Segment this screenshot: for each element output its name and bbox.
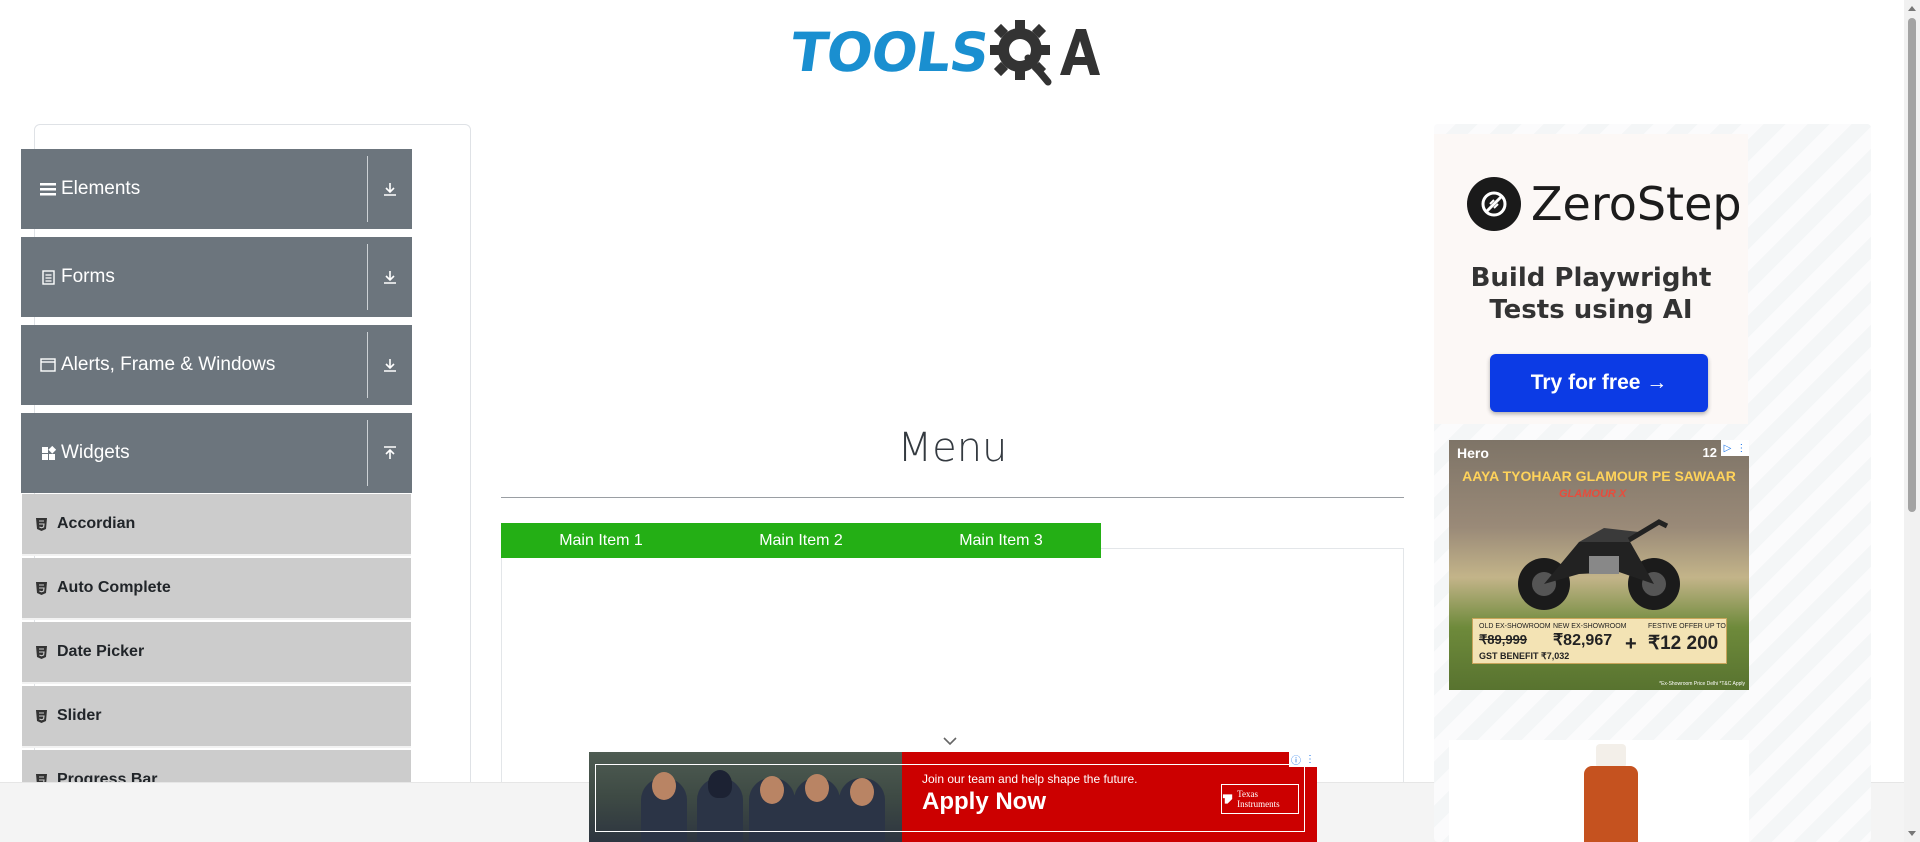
ti-brand: Texas Instruments <box>1237 789 1280 809</box>
nav-menu: Main Item 1 Main Item 2 Main Item 3 <box>501 523 1101 558</box>
download-icon[interactable] <box>368 270 412 284</box>
bottle-cap <box>1596 744 1626 768</box>
sidebar-item-label: Accordian <box>57 515 136 532</box>
motorcycle-image <box>1518 519 1680 610</box>
gst-benefit: GST BENEFIT ₹7,032 <box>1479 651 1570 661</box>
group-label: Forms <box>61 266 115 287</box>
upload-icon[interactable] <box>368 446 412 460</box>
ad-choices-icon[interactable]: ⓘ ⋮ <box>1289 752 1317 767</box>
festive-price: ₹12 200 <box>1648 633 1719 654</box>
ad-choices-icon[interactable]: ▷ ⋮ <box>1721 440 1749 456</box>
group-elements[interactable]: Elements <box>21 149 412 229</box>
new-price-label: NEW EX-SHOWROOM <box>1553 623 1627 630</box>
zerostep-ad[interactable]: ZeroStep Build Playwright Tests using AI… <box>1434 134 1748 424</box>
tagline-line1: Build Playwright <box>1470 263 1712 293</box>
toolsqa-logo[interactable]: TOOLS QA <box>787 14 1117 90</box>
try-for-free-button[interactable]: Try for free → <box>1490 354 1708 412</box>
sidebar-item-date-picker[interactable]: Date Picker <box>22 622 411 684</box>
scroll-down-arrow-icon[interactable] <box>1904 826 1920 842</box>
group-label: Widgets <box>61 442 130 463</box>
sidebar-item-label: Auto Complete <box>57 579 171 596</box>
logo-text-tools: TOOLS <box>786 20 993 84</box>
scrollbar-thumb[interactable] <box>1908 18 1916 512</box>
menu-item-main-2[interactable]: Main Item 2 <box>701 523 901 558</box>
scroll-up-arrow-icon[interactable] <box>1904 0 1920 16</box>
zerostep-tagline: Build Playwright Tests using AI <box>1434 262 1748 326</box>
sidebar-item-slider[interactable]: Slider <box>22 686 411 748</box>
old-price-label: OLD EX-SHOWROOM <box>1479 623 1551 630</box>
price-box: OLD EX-SHOWROOM ₹89,999 NEW EX-SHOWROOM … <box>1472 618 1727 664</box>
texas-instruments-ad[interactable]: Join our team and help shape the future.… <box>589 752 1317 842</box>
group-label: Elements <box>61 178 141 199</box>
hamburger-icon <box>37 182 59 196</box>
document-icon <box>37 269 59 285</box>
page: TOOLS QA Elements <box>0 0 1920 842</box>
new-price: ₹82,967 <box>1553 632 1613 649</box>
festive-label: FESTIVE OFFER UP TO <box>1648 623 1726 630</box>
group-alerts-frame-windows[interactable]: Alerts, Frame & Windows <box>21 325 412 405</box>
chevron-down-icon[interactable] <box>943 736 957 746</box>
html5-icon <box>36 517 48 531</box>
zerostep-icon <box>1467 177 1521 231</box>
tagline-line2: Tests using AI <box>1489 295 1693 325</box>
gear-icon <box>989 20 1052 86</box>
html5-icon <box>36 709 48 723</box>
hero-motorcycle-ad[interactable]: Hero 12 ▷ ⋮ AAYA TYOHAAR GLAMOUR PE SAWAA… <box>1449 440 1749 690</box>
widgets-icon <box>37 445 59 461</box>
download-icon[interactable] <box>368 182 412 196</box>
group-widgets[interactable]: Widgets <box>21 413 412 493</box>
menu-item-main-1[interactable]: Main Item 1 <box>501 523 701 558</box>
logo-letter-a <box>1059 29 1100 75</box>
hero-model: GLAMOUR X <box>1559 488 1627 500</box>
sidebar-item-label: Date Picker <box>57 643 145 660</box>
ad-subtitle: Join our team and help shape the future. <box>922 772 1138 786</box>
group-forms[interactable]: Forms <box>21 237 412 317</box>
zerostep-brand: ZeroStep <box>1531 177 1742 231</box>
old-price: ₹89,999 <box>1479 632 1528 647</box>
page-scrollbar[interactable] <box>1904 0 1920 842</box>
hero-year: 12 <box>1702 445 1717 460</box>
zerostep-logo: ZeroStep <box>1467 177 1742 231</box>
sidebar-item-accordian[interactable]: Accordian <box>22 494 411 556</box>
menu-item-main-3[interactable]: Main Item 3 <box>901 523 1101 558</box>
product-ad[interactable] <box>1449 740 1749 842</box>
sidebar-item-label: Slider <box>57 707 102 724</box>
texas-instruments-logo: Texas Instruments <box>1221 784 1299 814</box>
page-title: Menu <box>897 425 1008 471</box>
group-label: Alerts, Frame & Windows <box>61 354 276 375</box>
bottle-image <box>1584 766 1638 842</box>
sidebar-item-auto-complete[interactable]: Auto Complete <box>22 558 411 620</box>
window-icon <box>37 358 59 372</box>
html5-icon <box>36 581 48 595</box>
ad-headline: Apply Now <box>922 788 1046 815</box>
html5-icon <box>36 645 48 659</box>
download-icon[interactable] <box>368 358 412 372</box>
fine-print: *Ex-Showroom Price Delhi *T&C Apply <box>1659 681 1745 687</box>
title-divider <box>501 497 1404 498</box>
hero-brand: Hero <box>1457 445 1489 461</box>
hero-slogan: AAYA TYOHAAR GLAMOUR PE SAWAAR <box>1462 468 1736 484</box>
